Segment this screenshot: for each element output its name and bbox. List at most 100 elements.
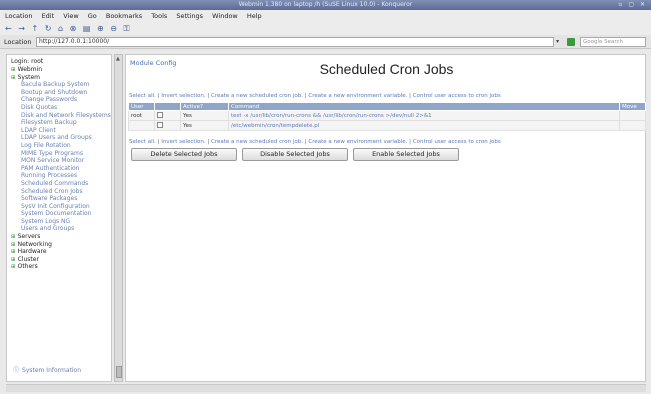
menu-location[interactable]: Location bbox=[5, 12, 33, 20]
row-move bbox=[619, 110, 646, 121]
sidebar-item-ldap-users-and-groups[interactable]: LDAP Users and Groups bbox=[11, 134, 107, 142]
back-icon[interactable]: ← bbox=[5, 24, 12, 33]
sidebar-item-software-packages[interactable]: Software Packages bbox=[11, 195, 107, 203]
row-checkbox-cell bbox=[154, 110, 181, 121]
sidebar-item-mime-type-programs[interactable]: MIME Type Programs bbox=[11, 150, 107, 158]
col-user: User bbox=[128, 102, 155, 111]
sidebar-item-cluster[interactable]: Cluster bbox=[11, 256, 107, 264]
zoom-out-icon[interactable]: ⊖ bbox=[110, 24, 117, 33]
sidebar-item-disk-quotas[interactable]: Disk Quotas bbox=[11, 104, 107, 112]
create-cron-job-link[interactable]: Create a new scheduled cron job. bbox=[211, 139, 303, 145]
sidebar-item-hardware[interactable]: Hardware bbox=[11, 248, 107, 256]
horizontal-scrollbar[interactable] bbox=[6, 384, 646, 392]
window-title: Webmin 1.380 on laptop /h (SuSE Linux 10… bbox=[238, 1, 413, 8]
location-label: Location bbox=[4, 38, 32, 46]
table-row: root Yes test -x /usr/lib/cron/run-crons… bbox=[128, 110, 646, 121]
control-access-link[interactable]: Control user access to cron jobs bbox=[413, 93, 501, 99]
menu-bookmarks[interactable]: Bookmarks bbox=[106, 12, 142, 20]
table-header-row: User Active? Command Move bbox=[128, 102, 646, 111]
control-access-link[interactable]: Control user access to cron jobs bbox=[413, 139, 501, 145]
row-command-link[interactable]: /etc/webmin/cron/tempdelete.pl bbox=[228, 120, 620, 131]
action-links-top: Select all. | Invert selection. | Create… bbox=[129, 93, 501, 99]
col-active: Active? bbox=[180, 102, 229, 111]
up-icon[interactable]: ↑ bbox=[32, 24, 39, 33]
security-icon[interactable]: ⚿ bbox=[123, 24, 129, 33]
row-checkbox[interactable] bbox=[157, 112, 163, 119]
cron-jobs-table: User Active? Command Move root Yes test … bbox=[128, 102, 646, 131]
menu-tools[interactable]: Tools bbox=[151, 12, 167, 20]
sidebar-scrollbar[interactable]: ▲ bbox=[114, 54, 123, 382]
row-checkbox[interactable] bbox=[157, 122, 163, 129]
menu-view[interactable]: View bbox=[63, 12, 78, 20]
sidebar-item-users-and-groups[interactable]: Users and Groups bbox=[11, 225, 107, 233]
sidebar-item-ldap-client[interactable]: LDAP Client bbox=[11, 127, 107, 135]
menu-window[interactable]: Window bbox=[212, 12, 238, 20]
sidebar-item-mon-service-monitor[interactable]: MON Service Monitor bbox=[11, 157, 107, 165]
stop-icon[interactable]: ⊗ bbox=[70, 24, 77, 33]
action-links-bottom: Select all. | Invert selection. | Create… bbox=[129, 139, 501, 145]
page-title: Scheduled Cron Jobs bbox=[319, 61, 454, 77]
select-all-link[interactable]: Select all. bbox=[129, 139, 156, 145]
row-move bbox=[619, 120, 646, 131]
disable-selected-jobs-button[interactable]: Disable Selected Jobs bbox=[242, 148, 348, 161]
sidebar-item-sysv-init-configuration[interactable]: SysV Init Configuration bbox=[11, 203, 107, 211]
invert-selection-link[interactable]: Invert selection. bbox=[161, 139, 205, 145]
enable-selected-jobs-button[interactable]: Enable Selected Jobs bbox=[353, 148, 459, 161]
sidebar-item-scheduled-cron-jobs[interactable]: Scheduled Cron Jobs bbox=[11, 188, 107, 196]
sidebar-item-pam-authentication[interactable]: PAM Authentication bbox=[11, 165, 107, 173]
home-icon[interactable]: ⌂ bbox=[58, 24, 63, 33]
create-env-var-link[interactable]: Create a new environment variable. bbox=[308, 93, 407, 99]
menu-help[interactable]: Help bbox=[247, 12, 262, 20]
create-env-var-link[interactable]: Create a new environment variable. bbox=[308, 139, 407, 145]
sidebar-item-bacula-backup-system[interactable]: Bacula Backup System bbox=[11, 81, 107, 89]
sidebar-item-webmin[interactable]: Webmin bbox=[11, 66, 107, 74]
main-content: Module Config Scheduled Cron Jobs Select… bbox=[125, 54, 646, 382]
row-user bbox=[128, 120, 155, 131]
sidebar: Login: root WebminSystemBacula Backup Sy… bbox=[6, 54, 112, 382]
toolbar: ← → ↑ ↻ ⌂ ⊗ ▤ ⊕ ⊖ ⚿ bbox=[0, 22, 651, 35]
row-active: Yes bbox=[180, 120, 229, 131]
sidebar-item-system-logs-ng[interactable]: System Logs NG bbox=[11, 218, 107, 226]
table-row: Yes /etc/webmin/cron/tempdelete.pl bbox=[128, 120, 646, 131]
sidebar-item-filesystem-backup[interactable]: Filesystem Backup bbox=[11, 119, 107, 127]
sidebar-item-log-file-rotation[interactable]: Log File Rotation bbox=[11, 142, 107, 150]
menu-go[interactable]: Go bbox=[88, 12, 97, 20]
url-input[interactable]: http://127.0.0.1:10000/ bbox=[36, 37, 554, 47]
sidebar-item-system-documentation[interactable]: System Documentation bbox=[11, 210, 107, 218]
system-information-link[interactable]: System Information bbox=[13, 365, 81, 374]
menubar: Location Edit View Go Bookmarks Tools Se… bbox=[0, 10, 651, 22]
login-label: Login: root bbox=[11, 58, 44, 65]
select-all-link[interactable]: Select all. bbox=[129, 93, 156, 99]
sidebar-item-running-processes[interactable]: Running Processes bbox=[11, 172, 107, 180]
invert-selection-link[interactable]: Invert selection. bbox=[161, 93, 205, 99]
print-icon[interactable]: ▤ bbox=[83, 24, 91, 33]
sidebar-item-change-passwords[interactable]: Change Passwords bbox=[11, 96, 107, 104]
scroll-thumb[interactable] bbox=[116, 366, 122, 378]
sidebar-item-servers[interactable]: Servers bbox=[11, 233, 107, 241]
row-user: root bbox=[128, 110, 155, 121]
col-command: Command bbox=[228, 102, 620, 111]
menu-settings[interactable]: Settings bbox=[176, 12, 203, 20]
search-input[interactable]: Google Search bbox=[580, 37, 646, 47]
sidebar-item-disk-and-network-filesystems[interactable]: Disk and Network Filesystems bbox=[11, 112, 111, 120]
create-cron-job-link[interactable]: Create a new scheduled cron job. bbox=[211, 93, 303, 99]
sidebar-item-scheduled-commands[interactable]: Scheduled Commands bbox=[11, 180, 107, 188]
sidebar-item-networking[interactable]: Networking bbox=[11, 241, 107, 249]
row-active: Yes bbox=[180, 110, 229, 121]
sidebar-item-bootup-and-shutdown[interactable]: Bootup and Shutdown bbox=[11, 89, 107, 97]
reload-icon[interactable]: ↻ bbox=[45, 24, 52, 33]
chevron-down-icon[interactable]: ▾ bbox=[556, 38, 559, 45]
window-controls[interactable]: ▫ ▢ ✕ bbox=[618, 0, 647, 10]
go-icon[interactable] bbox=[567, 38, 575, 46]
zoom-in-icon[interactable]: ⊕ bbox=[97, 24, 104, 33]
sidebar-item-system[interactable]: System bbox=[11, 74, 107, 82]
row-command-link[interactable]: test -x /usr/lib/cron/run-crons && /usr/… bbox=[228, 110, 620, 121]
forward-icon[interactable]: → bbox=[18, 24, 25, 33]
scroll-up-icon[interactable]: ▲ bbox=[116, 56, 120, 62]
delete-selected-jobs-button[interactable]: Delete Selected Jobs bbox=[131, 148, 237, 161]
window-titlebar: Webmin 1.380 on laptop /h (SuSE Linux 10… bbox=[0, 0, 651, 10]
menu-edit[interactable]: Edit bbox=[42, 12, 55, 20]
location-bar: Location http://127.0.0.1:10000/ ▾ Googl… bbox=[0, 35, 651, 49]
sidebar-list: WebminSystemBacula Backup SystemBootup a… bbox=[11, 66, 111, 271]
sidebar-item-others[interactable]: Others bbox=[11, 263, 107, 271]
